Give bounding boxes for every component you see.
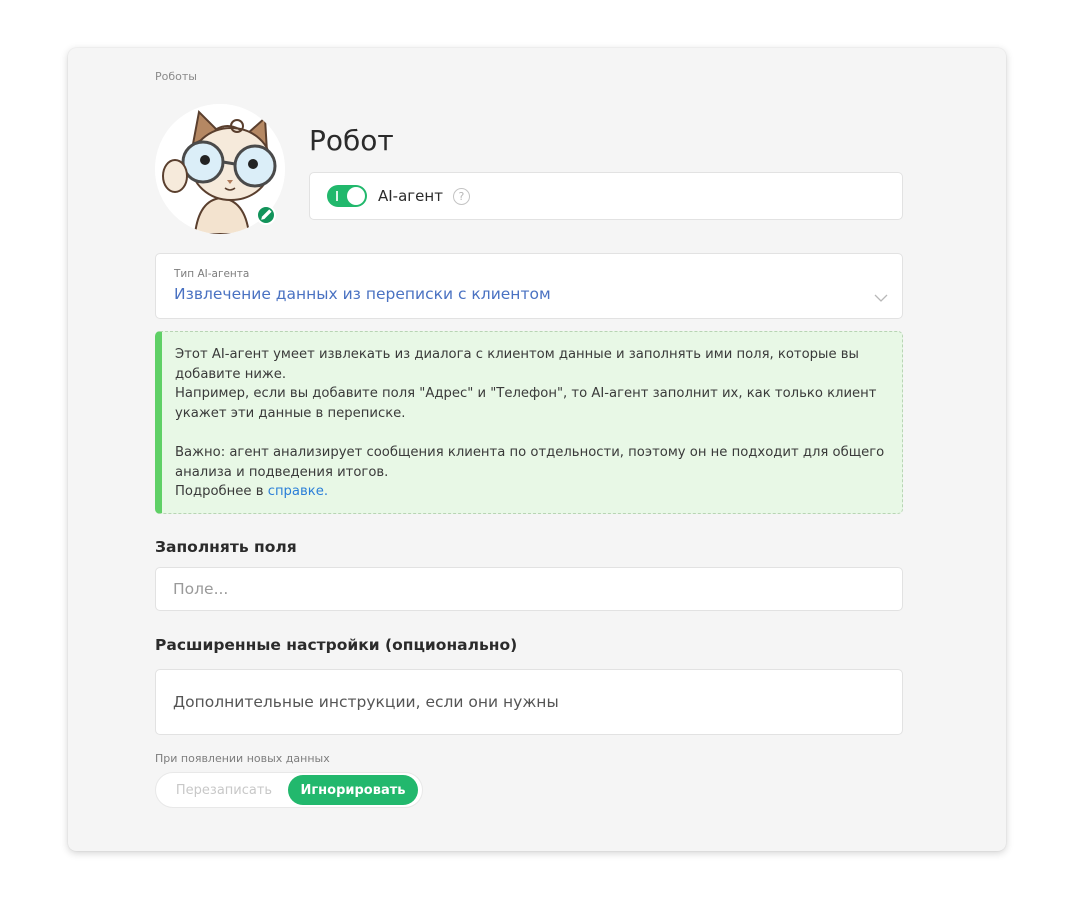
toggle-on-mark (336, 191, 338, 201)
breadcrumb[interactable]: Роботы (155, 70, 197, 83)
info-text-2: Например, если вы добавите поля "Адрес" … (175, 386, 877, 421)
instructions-input[interactable] (155, 669, 903, 735)
ignore-option[interactable]: Игнорировать (288, 775, 418, 805)
info-more-prefix: Подробнее в (175, 484, 268, 500)
info-more: Подробнее в справке. (175, 482, 888, 502)
robot-avatar[interactable] (155, 104, 285, 234)
info-text-1: Этот AI-агент умеет извлекать из диалога… (175, 347, 859, 382)
overwrite-option[interactable]: Перезаписать (160, 775, 288, 805)
ai-agent-toggle[interactable] (327, 185, 367, 207)
chevron-down-icon (874, 294, 888, 302)
advanced-heading: Расширенные настройки (опционально) (155, 636, 518, 654)
ai-agent-label: AI-агент (378, 187, 443, 205)
robot-title: Робот (309, 124, 394, 157)
info-callout: Этот AI-агент умеет извлекать из диалога… (155, 331, 903, 514)
new-data-caption: При появлении новых данных (155, 752, 330, 765)
field-input[interactable] (155, 567, 903, 611)
toggle-knob (347, 187, 365, 205)
fields-heading: Заполнять поля (155, 538, 297, 556)
agent-type-caption: Тип AI-агента (174, 268, 250, 280)
robot-settings-card: Роботы Робот AI-агент ? Тип AI-агента Из… (68, 48, 1006, 851)
new-data-mode-switch: Перезаписать Игнорировать (155, 772, 423, 808)
agent-type-value: Извлечение данных из переписки с клиенто… (174, 285, 551, 303)
info-text-3: Важно: агент анализирует сообщения клиен… (175, 444, 885, 480)
agent-type-select[interactable]: Тип AI-агента Извлечение данных из переп… (155, 253, 903, 319)
help-link[interactable]: справке. (268, 484, 328, 499)
edit-avatar-button[interactable] (256, 205, 276, 225)
ai-agent-toggle-row: AI-агент ? (309, 172, 903, 220)
help-icon[interactable]: ? (452, 187, 470, 205)
